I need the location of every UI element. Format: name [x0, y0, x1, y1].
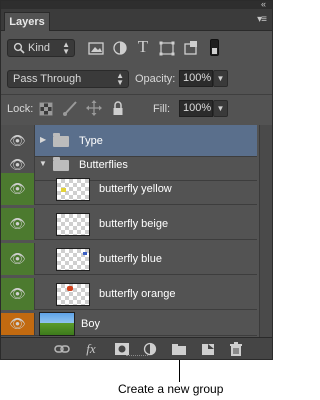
layer-row-boy[interactable]: 👁 Boy: [1, 312, 257, 336]
pixel-layer-filter-icon[interactable]: [87, 38, 105, 58]
layer-thumbnail: [56, 283, 90, 306]
visibility-eye-icon[interactable]: 👁: [1, 243, 35, 275]
search-icon: [13, 42, 25, 54]
fill-input[interactable]: 100%: [179, 100, 213, 117]
updown-arrows-icon: ▲ ▼: [116, 71, 124, 87]
lock-label: Lock:: [7, 103, 34, 115]
shape-filter-icon[interactable]: [158, 38, 176, 58]
folder-icon: [53, 133, 69, 147]
filter-toggle-icon[interactable]: [210, 39, 219, 56]
layer-name: Butterflies: [79, 159, 128, 171]
layer-name: Type: [79, 135, 103, 147]
fx-icon[interactable]: fx: [82, 341, 100, 357]
layer-thumbnail: [56, 178, 90, 201]
layer-thumbnail: [56, 248, 90, 271]
callout-caption: Create a new group: [118, 382, 224, 396]
lock-image-icon[interactable]: [61, 98, 79, 118]
lock-transparent-icon[interactable]: [37, 98, 55, 118]
tab-row: Layers ▾≡: [1, 9, 272, 31]
layer-thumbnail: [39, 312, 75, 336]
new-group-icon[interactable]: [170, 341, 188, 357]
lock-all-icon[interactable]: [109, 98, 127, 118]
kind-filter-select[interactable]: Kind ▲ ▼: [7, 39, 75, 57]
layers-scrollbar[interactable]: [259, 125, 272, 337]
layer-name: Boy: [81, 318, 100, 330]
layer-name: butterfly beige: [99, 218, 169, 230]
opacity-dropdown-button[interactable]: ▼: [213, 70, 228, 87]
link-layers-icon[interactable]: [53, 341, 71, 357]
updown-arrows-icon: ▲ ▼: [62, 40, 70, 56]
kind-label: Kind: [28, 42, 51, 54]
panel-title-strip: «: [1, 0, 272, 9]
layers-panel: « Layers ▾≡ Kind ▲ ▼ T Pass Through ▲ ▼ …: [0, 0, 273, 360]
panel-menu-icon[interactable]: ▾≡: [257, 14, 267, 25]
trash-icon[interactable]: [227, 341, 245, 357]
visibility-eye-icon[interactable]: 👁: [1, 173, 35, 205]
layer-row-butterfly-beige[interactable]: 👁 butterfly beige: [1, 208, 257, 240]
layer-thumbnail: [56, 213, 90, 236]
folder-icon: [53, 157, 69, 171]
callout-line: [179, 360, 180, 382]
blend-mode-value: Pass Through: [13, 73, 82, 85]
collapse-triangle-icon[interactable]: ▼: [39, 159, 47, 169]
opacity-label: Opacity:: [135, 73, 176, 85]
visibility-eye-icon[interactable]: 👁: [1, 208, 35, 240]
expand-triangle-icon[interactable]: ▶: [40, 135, 46, 145]
lock-position-icon[interactable]: [85, 98, 103, 118]
layer-row-butterfly-yellow[interactable]: 👁 butterfly yellow: [1, 173, 257, 205]
visibility-eye-icon[interactable]: 👁: [1, 313, 35, 335]
visibility-eye-icon[interactable]: 👁: [1, 278, 35, 310]
adjustment-filter-icon[interactable]: [111, 38, 129, 58]
layer-name: butterfly blue: [99, 253, 162, 265]
opacity-input[interactable]: 100%: [179, 70, 213, 87]
divider: [1, 94, 272, 95]
layers-list: 👁 ▶ Type 👁 ▼ Butterflies 👁 butterfly yel…: [1, 125, 272, 336]
smart-object-filter-icon[interactable]: [182, 38, 200, 58]
layer-row-butterfly-blue[interactable]: 👁 butterfly blue: [1, 243, 257, 275]
new-layer-icon[interactable]: [199, 341, 217, 357]
layer-name: butterfly orange: [99, 288, 176, 300]
layer-row-butterfly-orange[interactable]: 👁 butterfly orange: [1, 278, 257, 310]
fill-dropdown-button[interactable]: ▼: [213, 100, 228, 117]
layer-name: butterfly yellow: [99, 183, 172, 195]
blend-mode-select[interactable]: Pass Through ▲ ▼: [7, 70, 129, 88]
fill-label: Fill:: [153, 103, 171, 115]
tab-layers[interactable]: Layers: [4, 12, 50, 31]
double-chevron-icon[interactable]: «: [261, 0, 266, 9]
resize-grip[interactable]: [126, 355, 148, 358]
type-filter-icon[interactable]: T: [134, 37, 152, 57]
